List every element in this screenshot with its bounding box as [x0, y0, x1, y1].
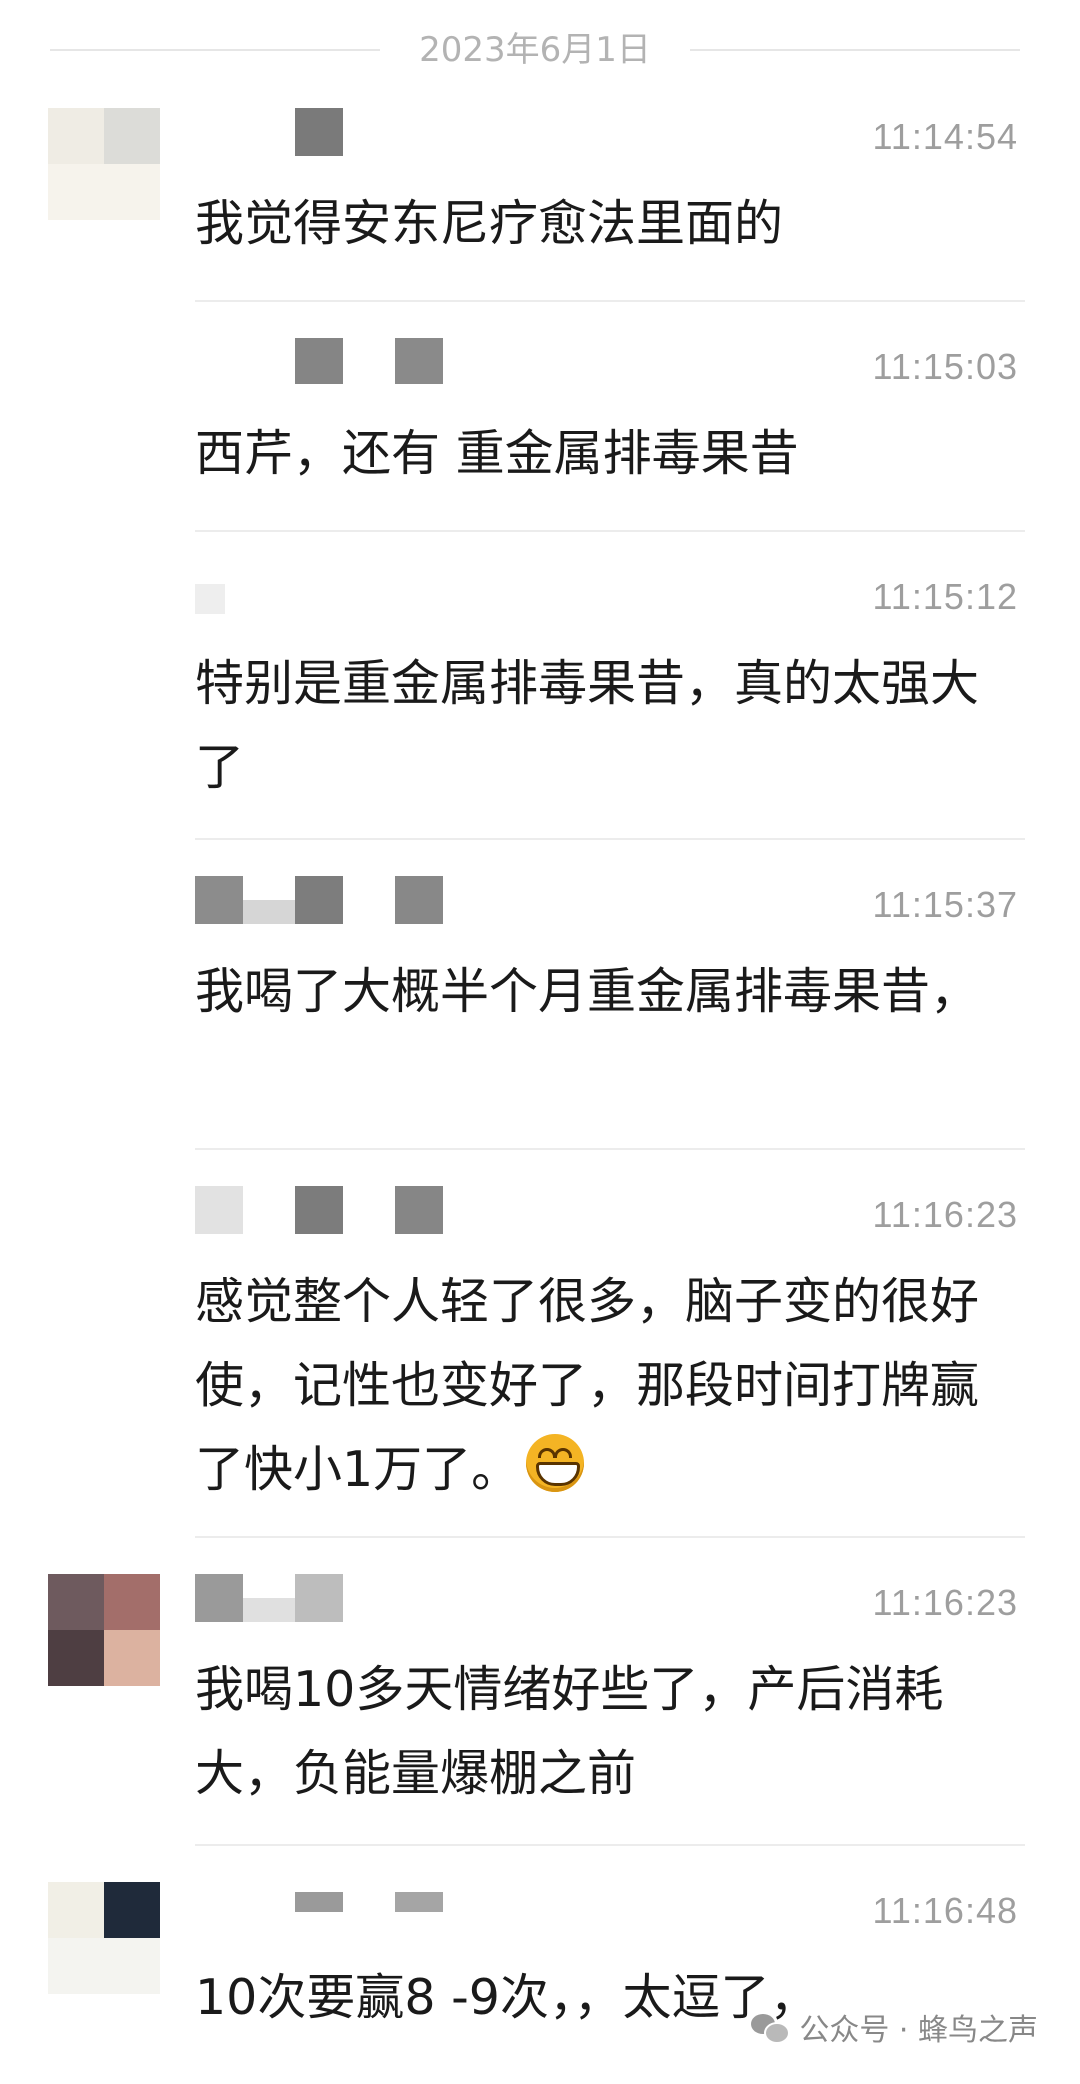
sender-name-redacted	[195, 1574, 595, 1632]
date-separator: 2023年6月1日	[0, 22, 1080, 78]
chat-message[interactable]: 11:15:37 我喝了大概半个月重金属排毒果昔，	[0, 870, 1080, 1130]
message-divider	[195, 530, 1025, 532]
watermark: 公众号 · 蜂鸟之声	[751, 2002, 1038, 2052]
message-divider	[195, 1844, 1025, 1846]
message-text: 西芹，还有 重金属排毒果昔	[195, 425, 799, 482]
message-timestamp: 11:16:48	[872, 1890, 1018, 1931]
chat-message[interactable]: 11:16:23 感觉整个人轻了很多，脑子变的很好使，记性也变好了，那段时间打牌…	[0, 1180, 1080, 1530]
sender-name-redacted	[195, 108, 595, 166]
sender-name-redacted	[195, 1186, 595, 1244]
date-label: 2023年6月1日	[419, 30, 651, 70]
message-divider	[195, 838, 1025, 840]
message-timestamp: 11:16:23	[872, 1582, 1018, 1623]
sender-name-redacted	[195, 338, 595, 396]
divider-line	[50, 49, 380, 51]
message-timestamp: 11:14:54	[872, 116, 1018, 157]
sender-name-redacted	[195, 876, 595, 934]
message-text: 特别是重金属排毒果昔，真的太强大了	[195, 655, 980, 796]
avatar[interactable]	[48, 1574, 160, 1686]
message-divider	[195, 1536, 1025, 1538]
chat-message[interactable]: 11:14:54 我觉得安东尼疗愈法里面的	[0, 102, 1080, 302]
avatar[interactable]	[48, 1882, 160, 1994]
message-text-content: 感觉整个人轻了很多，脑子变的很好使，记性也变好了，那段时间打牌赢了快小1万了。	[195, 1273, 980, 1498]
sender-name-redacted	[195, 568, 595, 626]
grinning-face-icon	[526, 1434, 585, 1492]
avatar[interactable]	[48, 108, 160, 220]
message-timestamp: 11:15:37	[872, 884, 1018, 925]
message-text: 我觉得安东尼疗愈法里面的	[195, 195, 784, 252]
chat-message[interactable]: 11:15:12 特别是重金属排毒果昔，真的太强大了	[0, 562, 1080, 822]
message-timestamp: 11:15:12	[872, 576, 1018, 617]
message-divider	[195, 1148, 1025, 1150]
message-text: 我喝了大概半个月重金属排毒果昔，	[195, 963, 980, 1020]
wechat-icon	[751, 2012, 791, 2044]
message-timestamp: 11:16:23	[872, 1194, 1018, 1235]
chat-message[interactable]: 11:15:03 西芹，还有 重金属排毒果昔	[0, 332, 1080, 532]
message-text: 我喝10多天情绪好些了，产后消耗大，负能量爆棚之前	[195, 1661, 944, 1802]
message-text: 感觉整个人轻了很多，脑子变的很好使，记性也变好了，那段时间打牌赢了快小1万了。	[195, 1260, 1025, 1512]
message-timestamp: 11:15:03	[872, 346, 1018, 387]
divider-line	[690, 49, 1020, 51]
message-divider	[195, 300, 1025, 302]
watermark-label: 公众号 · 蜂鸟之声	[799, 2013, 1038, 2048]
sender-name-redacted	[195, 1882, 595, 1940]
chat-message[interactable]: 11:16:48 10次要赢8 -9次，，太逗了，	[0, 1876, 1080, 2084]
chat-message[interactable]: 11:16:23 我喝10多天情绪好些了，产后消耗大，负能量爆棚之前	[0, 1568, 1080, 1828]
